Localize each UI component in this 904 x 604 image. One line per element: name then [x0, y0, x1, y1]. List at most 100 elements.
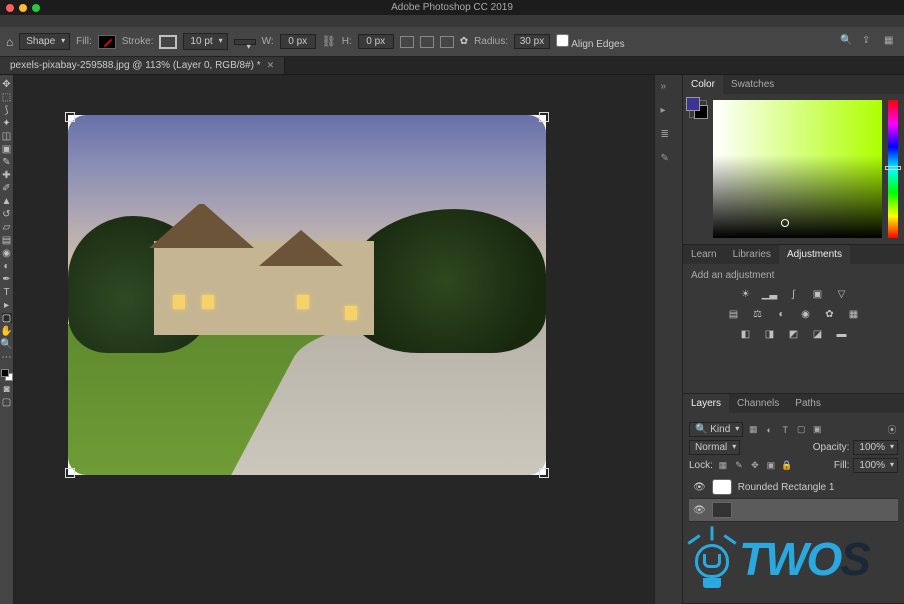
- dodge-tool[interactable]: ◐: [2, 261, 12, 271]
- selective-color-icon[interactable]: ◪: [810, 327, 826, 341]
- lock-all-icon[interactable]: 🔒: [781, 460, 793, 472]
- width-field[interactable]: 0 px: [280, 34, 316, 49]
- frame-tool[interactable]: ▣: [2, 144, 12, 154]
- options-gear-icon[interactable]: ✿: [460, 36, 468, 47]
- opacity-field[interactable]: 100%: [853, 440, 898, 455]
- rectangle-tool[interactable]: ▢: [2, 313, 12, 323]
- filter-type-icon[interactable]: T: [779, 424, 791, 436]
- blend-mode-select[interactable]: Normal: [689, 440, 740, 455]
- photo-filter-icon[interactable]: ◉: [798, 307, 814, 321]
- color-swatch-pair[interactable]: [1, 369, 13, 381]
- vibrance-icon[interactable]: ▽: [834, 287, 850, 301]
- edit-toolbar-icon[interactable]: ⋯: [2, 352, 12, 362]
- healing-tool[interactable]: ✚: [2, 170, 12, 180]
- transform-handle-tr[interactable]: [539, 112, 549, 122]
- stroke-width-field[interactable]: 10 pt: [183, 33, 227, 50]
- brush-tool[interactable]: ✐: [2, 183, 12, 193]
- align-edges-checkbox[interactable]: Align Edges: [556, 34, 625, 50]
- hand-tool[interactable]: ✋: [2, 326, 12, 336]
- tool-mode-select[interactable]: Shape: [19, 33, 70, 50]
- quick-mask-icon[interactable]: ◙: [2, 384, 12, 394]
- layer-row[interactable]: 👁 Rounded Rectangle 1: [689, 476, 898, 499]
- panel-color-swatch[interactable]: [689, 100, 707, 118]
- fill-color-swatch[interactable]: [98, 35, 116, 49]
- canvas-area[interactable]: [14, 75, 654, 604]
- visibility-toggle-icon[interactable]: 👁: [693, 482, 706, 493]
- invert-icon[interactable]: ◧: [738, 327, 754, 341]
- lock-artboard-icon[interactable]: ▣: [765, 460, 777, 472]
- layer-fill-field[interactable]: 100%: [853, 458, 898, 473]
- bw-icon[interactable]: ◐: [774, 307, 790, 321]
- maximize-window-button[interactable]: [32, 4, 40, 12]
- radius-field[interactable]: 30 px: [514, 34, 550, 49]
- filter-adjust-icon[interactable]: ◐: [763, 424, 775, 436]
- path-arrange-icon[interactable]: [440, 36, 454, 48]
- layer-thumbnail[interactable]: [712, 479, 732, 495]
- color-picker-cursor[interactable]: [781, 219, 789, 227]
- history-brush-tool[interactable]: ↺: [2, 209, 12, 219]
- hue-slider[interactable]: [888, 100, 898, 238]
- exposure-icon[interactable]: ▣: [810, 287, 826, 301]
- expand-dock-icon[interactable]: »: [661, 81, 677, 95]
- brush-panel-icon[interactable]: ✎: [661, 153, 677, 167]
- filter-smart-icon[interactable]: ▣: [811, 424, 823, 436]
- type-tool[interactable]: T: [2, 287, 12, 297]
- tab-learn[interactable]: Learn: [683, 245, 725, 264]
- marquee-tool[interactable]: ⬚: [2, 92, 12, 102]
- path-operations-icon[interactable]: [400, 36, 414, 48]
- document-canvas[interactable]: [68, 115, 546, 475]
- tab-libraries[interactable]: Libraries: [725, 245, 779, 264]
- document-tab[interactable]: pexels-pixabay-259588.jpg @ 113% (Layer …: [0, 57, 285, 74]
- eraser-tool[interactable]: ▱: [2, 222, 12, 232]
- lasso-tool[interactable]: ⟆: [2, 105, 12, 115]
- filter-toggle-icon[interactable]: ⦿: [886, 424, 898, 436]
- gradient-map-icon[interactable]: ▬: [834, 327, 850, 341]
- home-icon[interactable]: ⌂: [6, 35, 13, 49]
- brightness-contrast-icon[interactable]: ☀: [738, 287, 754, 301]
- lock-pixels-icon[interactable]: ✎: [733, 460, 745, 472]
- gradient-tool[interactable]: ▤: [2, 235, 12, 245]
- crop-tool[interactable]: ◫: [2, 131, 12, 141]
- properties-panel-icon[interactable]: ≣: [661, 129, 677, 143]
- search-icon[interactable]: 🔍: [840, 35, 854, 49]
- pen-tool[interactable]: ✒: [2, 274, 12, 284]
- visibility-toggle-icon[interactable]: 👁: [693, 505, 706, 516]
- threshold-icon[interactable]: ◩: [786, 327, 802, 341]
- transform-handle-bl[interactable]: [65, 468, 75, 478]
- layer-thumbnail[interactable]: [712, 502, 732, 518]
- layer-filter-select[interactable]: 🔍 Kind: [689, 422, 743, 437]
- zoom-tool[interactable]: 🔍: [2, 339, 12, 349]
- minimize-window-button[interactable]: [19, 4, 27, 12]
- levels-icon[interactable]: ▁▃: [762, 287, 778, 301]
- eyedropper-tool[interactable]: ✎: [2, 157, 12, 167]
- lock-transparency-icon[interactable]: ▦: [717, 460, 729, 472]
- foreground-color-swatch[interactable]: [1, 369, 9, 377]
- transform-handle-br[interactable]: [539, 468, 549, 478]
- path-align-icon[interactable]: [420, 36, 434, 48]
- hue-slider-handle[interactable]: [885, 166, 901, 170]
- color-lookup-icon[interactable]: ▦: [846, 307, 862, 321]
- workspace-icon[interactable]: ▦: [884, 35, 898, 49]
- history-panel-icon[interactable]: ▸: [661, 105, 677, 119]
- posterize-icon[interactable]: ◨: [762, 327, 778, 341]
- path-select-tool[interactable]: ▸: [2, 300, 12, 310]
- filter-shape-icon[interactable]: ▢: [795, 424, 807, 436]
- transform-handle-tl[interactable]: [65, 112, 75, 122]
- share-icon[interactable]: ⇪: [862, 35, 876, 49]
- close-tab-icon[interactable]: ✕: [267, 60, 275, 71]
- tab-channels[interactable]: Channels: [729, 394, 787, 413]
- stroke-color-swatch[interactable]: [159, 35, 177, 49]
- quick-select-tool[interactable]: ✦: [2, 118, 12, 128]
- tab-color[interactable]: Color: [683, 75, 723, 94]
- color-field[interactable]: [713, 100, 882, 238]
- screen-mode-icon[interactable]: ▢: [2, 397, 12, 407]
- close-window-button[interactable]: [6, 4, 14, 12]
- stroke-style-select[interactable]: [234, 39, 256, 45]
- color-balance-icon[interactable]: ⚖: [750, 307, 766, 321]
- move-tool[interactable]: ✥: [2, 79, 12, 89]
- height-field[interactable]: 0 px: [358, 34, 394, 49]
- tab-paths[interactable]: Paths: [787, 394, 829, 413]
- link-wh-icon[interactable]: ⛓: [322, 35, 336, 48]
- tab-adjustments[interactable]: Adjustments: [779, 245, 850, 264]
- hue-sat-icon[interactable]: ▤: [726, 307, 742, 321]
